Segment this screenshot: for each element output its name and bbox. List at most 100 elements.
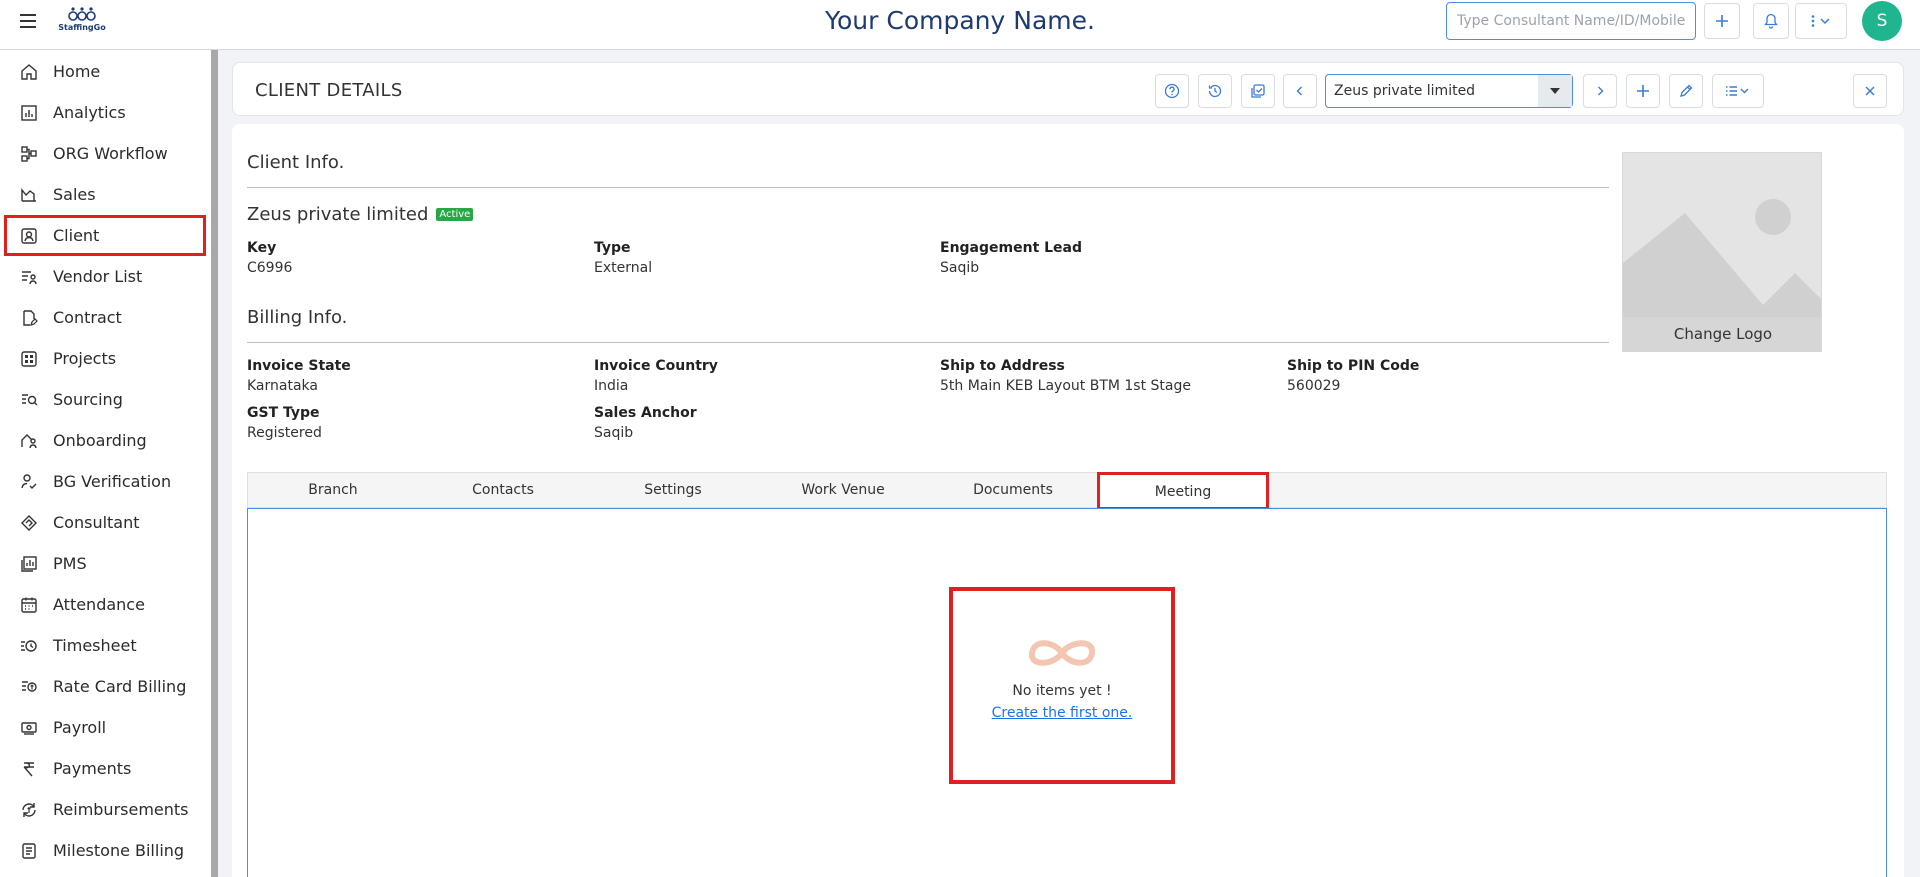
sidebar-item-label: Sourcing	[53, 390, 123, 409]
caret-down-icon[interactable]	[1538, 75, 1572, 107]
sidebar-item-label: Analytics	[53, 103, 126, 122]
close-icon	[1865, 86, 1875, 96]
invoice-country-label: Invoice Country	[594, 358, 718, 374]
engagement-lead-value: Saqib	[940, 260, 980, 276]
infinity-icon	[1029, 640, 1095, 666]
key-value: C6996	[247, 260, 293, 276]
checklist-icon	[1251, 84, 1265, 98]
vendor-icon	[20, 268, 38, 286]
logo-text: StaffingGo	[58, 23, 106, 32]
client-info-title: Client Info.	[247, 152, 345, 173]
sidebar-item-onboarding[interactable]: Onboarding	[0, 420, 205, 461]
ship-address-value: 5th Main KEB Layout BTM 1st Stage	[940, 378, 1191, 394]
sidebar-item-payments[interactable]: Payments	[0, 748, 205, 789]
sidebar-item-label: Rate Card Billing	[53, 677, 187, 696]
sidebar-item-client[interactable]: Client	[4, 215, 206, 256]
sidebar-item-timesheet[interactable]: Timesheet	[0, 625, 205, 666]
client-details-header: CLIENT DETAILS Zeus private limited	[232, 62, 1904, 116]
tab-settings[interactable]: Settings	[588, 473, 758, 507]
close-button[interactable]	[1853, 74, 1887, 108]
sidebar-item-label: Projects	[53, 349, 117, 368]
add-client-button[interactable]	[1626, 74, 1660, 108]
sidebar-item-rate-card-billing[interactable]: Rate Card Billing	[0, 666, 205, 707]
sidebar-item-home[interactable]: Home	[0, 51, 205, 92]
sidebar-item-projects[interactable]: Projects	[0, 338, 205, 379]
client-logo-placeholder[interactable]: Change Logo	[1622, 152, 1822, 352]
sidebar-item-bg-verification[interactable]: BG Verification	[0, 461, 205, 502]
payroll-icon	[20, 719, 38, 737]
gst-type-label: GST Type	[247, 405, 320, 421]
consultant-search-input[interactable]	[1446, 2, 1696, 40]
sidebar-scrollbar[interactable]	[211, 50, 218, 877]
client-select-value: Zeus private limited	[1334, 83, 1476, 99]
tab-work-venue[interactable]: Work Venue	[758, 473, 928, 507]
sidebar-item-attendance[interactable]: Attendance	[0, 584, 205, 625]
sidebar-item-label: Payments	[53, 759, 132, 778]
app-logo[interactable]: StaffingGo	[56, 6, 108, 42]
sidebar-item-reimbursements[interactable]: Reimbursements	[0, 789, 205, 830]
client-icon	[20, 227, 38, 245]
sidebar-item-vendor-list[interactable]: Vendor List	[0, 256, 205, 297]
sidebar-item-contract[interactable]: Contract	[0, 297, 205, 338]
sidebar-item-org-workflow[interactable]: ORG Workflow	[0, 133, 205, 174]
tab-documents[interactable]: Documents	[928, 473, 1098, 507]
gst-type-value: Registered	[247, 425, 322, 441]
page-title: CLIENT DETAILS	[255, 80, 403, 101]
engagement-lead-field: Engagement Lead Saqib	[940, 240, 1082, 276]
change-logo-button[interactable]: Change Logo	[1623, 317, 1821, 351]
reimbursement-icon	[20, 801, 38, 819]
calendar-icon	[20, 596, 38, 614]
invoice-country-field: Invoice Country India	[594, 358, 718, 394]
create-first-link[interactable]: Create the first one.	[992, 705, 1133, 721]
history-icon	[1208, 84, 1222, 98]
sidebar-item-consultant[interactable]: Consultant	[0, 502, 205, 543]
pms-icon	[20, 555, 38, 573]
client-tabs: Branch Contacts Settings Work Venue Docu…	[247, 472, 1887, 510]
plus-icon	[1637, 85, 1649, 97]
type-value: External	[594, 260, 653, 276]
list-menu-button[interactable]	[1712, 74, 1764, 108]
empty-state: No items yet ! Create the first one.	[949, 587, 1175, 784]
invoice-state-field: Invoice State Karnataka	[247, 358, 351, 394]
chevron-left-icon	[1296, 86, 1302, 96]
chevron-right-icon	[1598, 86, 1604, 96]
verification-icon	[20, 473, 38, 491]
checklist-button[interactable]	[1241, 74, 1275, 108]
user-avatar[interactable]: S	[1862, 1, 1902, 41]
previous-client-button[interactable]	[1283, 74, 1317, 108]
kebab-chevron-icon	[1811, 15, 1830, 27]
sidebar-item-label: Home	[53, 62, 101, 81]
sidebar-item-payroll[interactable]: Payroll	[0, 707, 205, 748]
tab-branch[interactable]: Branch	[248, 473, 418, 507]
sidebar-item-label: Reimbursements	[53, 800, 189, 819]
client-select[interactable]: Zeus private limited	[1325, 74, 1573, 108]
rate-card-icon	[20, 678, 38, 696]
contract-icon	[20, 309, 38, 327]
ship-address-field: Ship to Address 5th Main KEB Layout BTM …	[940, 358, 1191, 394]
top-bar: StaffingGo Your Company Name. S	[0, 0, 1920, 50]
sidebar-item-label: Milestone Billing	[53, 841, 185, 860]
next-client-button[interactable]	[1583, 74, 1617, 108]
history-button[interactable]	[1198, 74, 1232, 108]
notifications-button[interactable]	[1753, 3, 1789, 39]
hamburger-menu-icon[interactable]	[20, 14, 36, 28]
sidebar-item-label: Attendance	[53, 595, 145, 614]
more-options-button[interactable]	[1795, 3, 1847, 39]
invoice-country-value: India	[594, 378, 629, 394]
add-button[interactable]	[1704, 3, 1740, 39]
edit-client-button[interactable]	[1669, 74, 1703, 108]
sidebar-item-sales[interactable]: Sales	[0, 174, 205, 215]
sidebar-item-sourcing[interactable]: Sourcing	[0, 379, 205, 420]
sidebar-item-analytics[interactable]: Analytics	[0, 92, 205, 133]
key-label: Key	[247, 240, 277, 256]
engagement-lead-label: Engagement Lead	[940, 240, 1083, 256]
help-button[interactable]	[1155, 74, 1189, 108]
sidebar-item-milestone-billing[interactable]: Milestone Billing	[0, 830, 205, 871]
sidebar-item-pms[interactable]: PMS	[0, 543, 205, 584]
tab-contacts[interactable]: Contacts	[418, 473, 588, 507]
sidebar-item-label: Client	[53, 226, 100, 245]
sales-icon	[20, 186, 38, 204]
sidebar-item-label: Payroll	[53, 718, 107, 737]
tab-meeting[interactable]: Meeting	[1097, 472, 1269, 510]
sidebar-item-label: Onboarding	[53, 431, 147, 450]
